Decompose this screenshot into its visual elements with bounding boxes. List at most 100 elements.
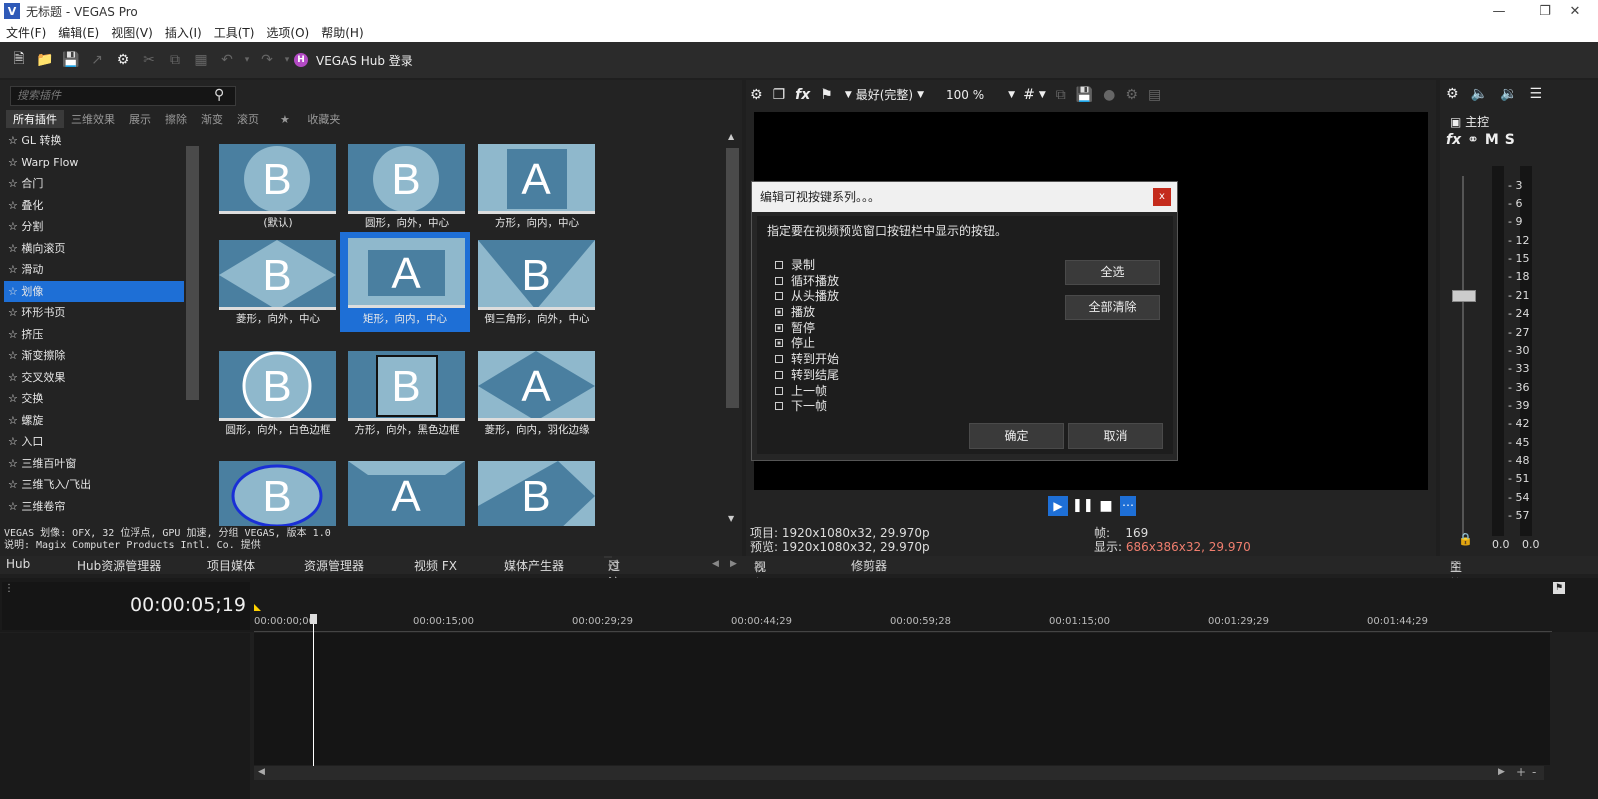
- checkbox-go-to-start[interactable]: 转到开始: [775, 352, 839, 367]
- preset-tile[interactable]: B (默认): [215, 140, 336, 232]
- checkbox-stop[interactable]: 停止: [775, 336, 815, 351]
- gear-icon[interactable]: ⚙: [110, 47, 136, 73]
- scroll-down-icon[interactable]: ▼: [728, 514, 734, 523]
- gear-icon[interactable]: ⚙: [1446, 86, 1459, 102]
- preset-tile-selected[interactable]: A 矩形，向内，中心: [340, 232, 470, 332]
- close-icon[interactable]: x: [1153, 188, 1171, 206]
- list-item[interactable]: ☆ 叠化: [4, 195, 184, 217]
- scroll-right-icon[interactable]: ▶: [1498, 767, 1505, 777]
- solo-button[interactable]: S: [1505, 132, 1515, 148]
- checkbox-prev-frame[interactable]: 上一帧: [775, 384, 827, 399]
- more-button[interactable]: ⋯: [1120, 496, 1136, 516]
- redo-icon[interactable]: ↷: [254, 47, 280, 73]
- menu-view[interactable]: 视图(V): [111, 24, 153, 41]
- zoom-out-icon[interactable]: -: [1532, 765, 1536, 779]
- search-input[interactable]: 搜索插件: [10, 86, 236, 106]
- split-screen-icon[interactable]: ⚑: [820, 87, 833, 103]
- hub-icon[interactable]: H: [294, 53, 308, 67]
- lock-icon[interactable]: 🔒: [1458, 532, 1473, 546]
- preset-grid-scrollbar[interactable]: [726, 148, 739, 408]
- checkbox-next-frame[interactable]: 下一帧: [775, 399, 827, 414]
- marker-toggle-icon[interactable]: ⚑: [1553, 582, 1565, 594]
- select-all-button[interactable]: 全选: [1065, 260, 1160, 285]
- plugin-list-scrollbar[interactable]: [186, 146, 199, 400]
- stop-button[interactable]: ■: [1096, 496, 1116, 516]
- tab-hub[interactable]: Hub: [6, 557, 30, 571]
- hub-login-label[interactable]: VEGAS Hub 登录: [316, 52, 413, 69]
- list-item[interactable]: ☆ 分割: [4, 216, 184, 238]
- tab-wipe[interactable]: 擦除: [158, 110, 194, 128]
- preset-tile[interactable]: B 圆形，向外，中心: [344, 140, 465, 232]
- scroll-left-icon[interactable]: ◀: [258, 767, 265, 777]
- playhead[interactable]: [313, 614, 314, 766]
- play-button[interactable]: ▶: [1048, 496, 1068, 516]
- tab-video-fx[interactable]: 视频 FX: [414, 557, 457, 574]
- preset-tile[interactable]: A: [344, 457, 465, 526]
- drag-handle-icon[interactable]: ⋮: [4, 584, 14, 594]
- list-item[interactable]: ☆ 螺旋: [4, 410, 184, 432]
- pause-button[interactable]: ❚❚: [1072, 496, 1094, 516]
- tab-transitions[interactable]: 过渡特效 □ ✕: [604, 556, 620, 624]
- list-item[interactable]: ☆ 交叉效果: [4, 367, 184, 389]
- close-window-button[interactable]: ✕: [1552, 0, 1598, 22]
- paste-icon[interactable]: ▦: [188, 47, 214, 73]
- list-item[interactable]: ☆ 合门: [4, 173, 184, 195]
- checkbox-play-from-start[interactable]: 从头播放: [775, 289, 839, 304]
- close-icon[interactable]: ✕: [1450, 558, 1460, 572]
- mixer-sliders-icon[interactable]: ☰: [1529, 86, 1542, 102]
- cut-icon[interactable]: ✂: [136, 47, 162, 73]
- chevron-right-icon[interactable]: ▶: [730, 559, 737, 569]
- list-item[interactable]: ☆ 三维飞入/飞出: [4, 474, 184, 496]
- open-folder-icon[interactable]: 📁: [32, 47, 58, 73]
- cancel-button[interactable]: 取消: [1068, 423, 1163, 449]
- list-item[interactable]: ☆ 三维百叶窗: [4, 453, 184, 475]
- list-item[interactable]: ☆ Warp Flow: [4, 152, 184, 174]
- tab-all-plugins[interactable]: 所有插件: [6, 110, 64, 128]
- clear-all-button[interactable]: 全部清除: [1065, 295, 1160, 320]
- undo-dropdown-icon[interactable]: ▾: [240, 47, 254, 73]
- list-item[interactable]: ☆ 环形书页: [4, 302, 184, 324]
- menu-tools[interactable]: 工具(T): [214, 24, 255, 41]
- tab-explorer[interactable]: 资源管理器: [304, 557, 364, 574]
- external-monitor-icon[interactable]: ❐: [773, 87, 786, 103]
- vegas-icon[interactable]: ●: [1103, 87, 1115, 103]
- tab-showcase[interactable]: 展示: [122, 110, 158, 128]
- grid-icon[interactable]: #: [1023, 87, 1035, 103]
- zoom-select[interactable]: 100 %: [946, 88, 984, 102]
- redo-dropdown-icon[interactable]: ▾: [280, 47, 294, 73]
- fader-handle[interactable]: [1452, 290, 1476, 302]
- tab-page-roll[interactable]: 滚页: [230, 110, 266, 128]
- quality-select[interactable]: 最好(完整): [856, 86, 913, 103]
- save-snapshot-icon[interactable]: 💾: [1076, 87, 1093, 103]
- tab-media-generators[interactable]: 媒体产生器: [504, 557, 564, 574]
- render-icon[interactable]: ↗: [84, 47, 110, 73]
- list-item[interactable]: ☆ GL 转换: [4, 130, 184, 152]
- checkbox-go-to-end[interactable]: 转到结尾: [775, 368, 839, 383]
- scroll-up-icon[interactable]: ▲: [728, 132, 734, 141]
- copy-snapshot-icon[interactable]: ⧉: [1056, 87, 1066, 103]
- checkbox-pause[interactable]: 暂停: [775, 321, 815, 336]
- list-item[interactable]: ☆ 横向滚页: [4, 238, 184, 260]
- chevron-left-icon[interactable]: ◀: [712, 559, 719, 569]
- list-item[interactable]: ☆ 滑动: [4, 259, 184, 281]
- timeline-horizontal-scrollbar[interactable]: ◀ ▶ + -: [254, 765, 1544, 780]
- undo-icon[interactable]: ↶: [214, 47, 240, 73]
- automation-icon[interactable]: ⚭: [1467, 132, 1479, 148]
- checkbox-loop-play[interactable]: 循环播放: [775, 274, 839, 289]
- marker-icon[interactable]: [254, 604, 261, 611]
- tab-favorites[interactable]: ★ 收藏夹: [266, 110, 354, 128]
- fx-icon[interactable]: fx: [795, 87, 810, 103]
- tab-project-media[interactable]: 项目媒体: [207, 557, 255, 574]
- list-item[interactable]: ☆ 交换: [4, 388, 184, 410]
- chevron-down-icon[interactable]: ▼: [917, 90, 924, 100]
- copy-icon[interactable]: ⧉: [162, 47, 188, 73]
- new-file-icon[interactable]: 🗎: [6, 47, 32, 73]
- mute-button[interactable]: M: [1485, 132, 1499, 148]
- tab-trimmer[interactable]: 修剪器: [851, 557, 887, 574]
- chevron-down-icon[interactable]: ▼: [1039, 90, 1046, 100]
- list-item[interactable]: ☆ 三维卷帘: [4, 496, 184, 518]
- timecode-display[interactable]: 00:00:05;19: [130, 594, 246, 616]
- minimize-button[interactable]: —: [1476, 0, 1522, 22]
- menu-options[interactable]: 选项(O): [266, 24, 309, 41]
- chevron-down-icon[interactable]: ▼: [1008, 90, 1015, 100]
